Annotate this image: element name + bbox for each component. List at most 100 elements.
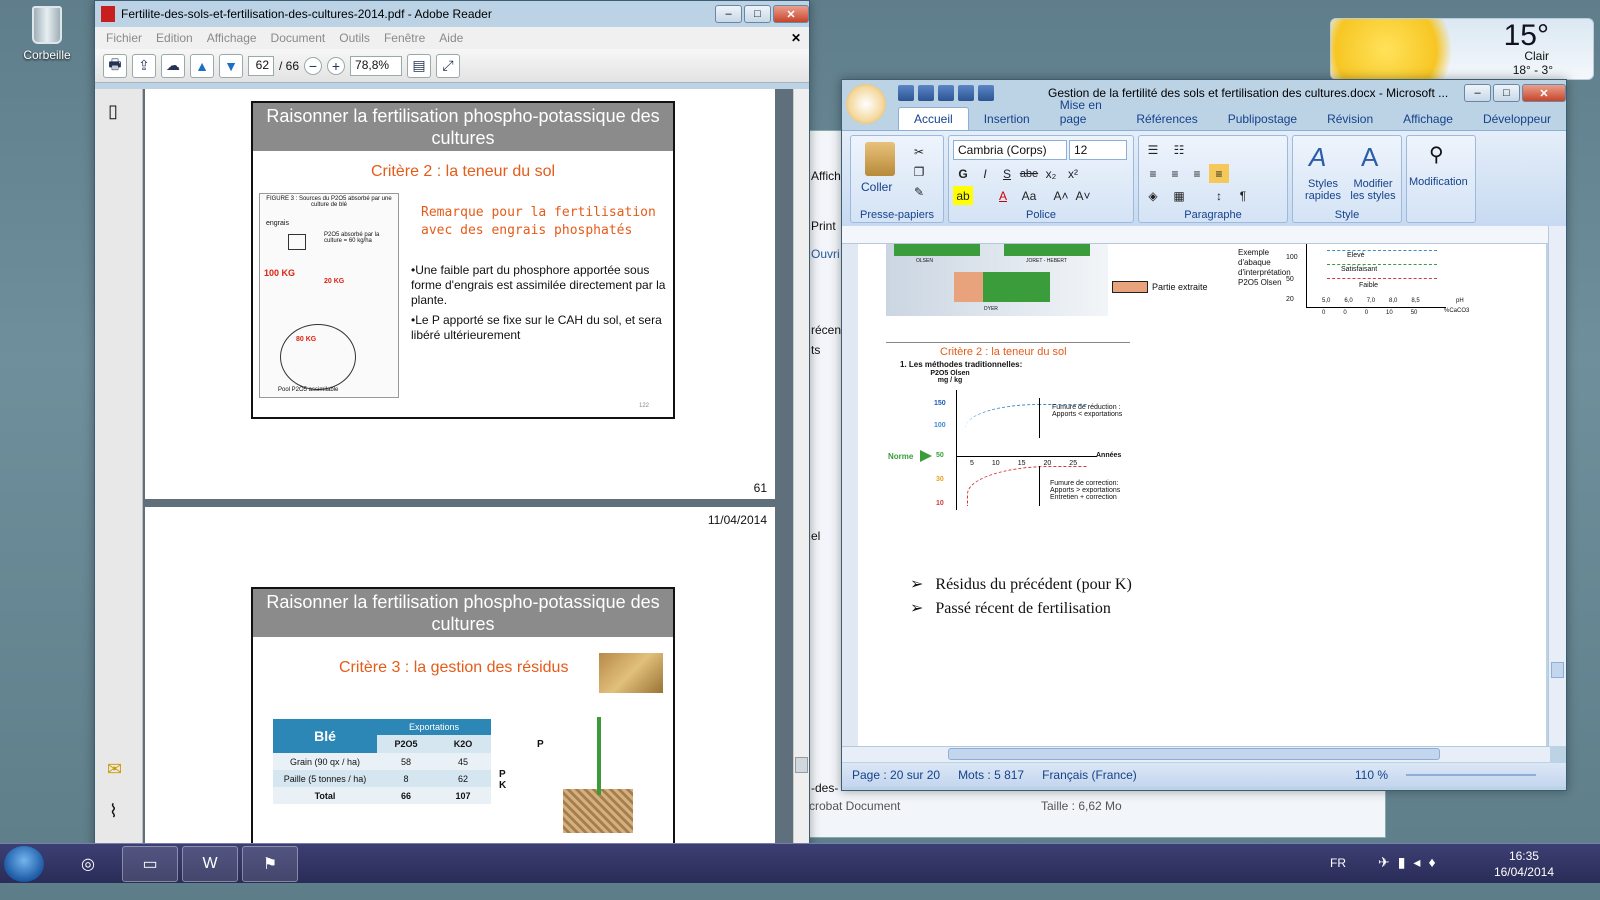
align-center-button[interactable]: ≡: [1165, 164, 1185, 183]
reader-scroll-thumb[interactable]: [795, 757, 808, 773]
menu-outils[interactable]: Outils: [339, 31, 370, 45]
share-icon[interactable]: ⇪: [132, 53, 156, 78]
status-language[interactable]: Français (France): [1042, 768, 1137, 782]
recycle-bin[interactable]: Corbeille: [14, 6, 80, 62]
weather-gadget[interactable]: 15° Clair 18° - 3°: [1330, 18, 1594, 80]
bold-button[interactable]: G: [953, 164, 973, 183]
maximize-button[interactable]: □: [744, 5, 771, 23]
page-number-input[interactable]: 62: [248, 55, 274, 76]
word-titlebar[interactable]: Gestion de la fertilité des sols et fert…: [842, 80, 1566, 124]
paste-button[interactable]: Coller: [861, 180, 892, 194]
tab-mise-en-page[interactable]: Mise en page: [1045, 94, 1122, 130]
tab-accueil[interactable]: Accueil: [898, 107, 969, 130]
font-name-select[interactable]: Cambria (Corps): [953, 140, 1067, 160]
format-painter-icon[interactable]: ✎: [909, 182, 929, 201]
subscript-button[interactable]: x₂: [1041, 164, 1061, 183]
prev-page-icon[interactable]: ▲: [190, 53, 214, 78]
word-window[interactable]: Gestion de la fertilité des sols et fert…: [841, 79, 1567, 791]
modifier-styles-button[interactable]: Modifier les styles: [1347, 178, 1399, 202]
close-button[interactable]: ✕: [773, 5, 809, 23]
modification-button[interactable]: Modification: [1409, 176, 1468, 188]
office-button[interactable]: [846, 84, 886, 124]
pages-icon[interactable]: ▯: [108, 101, 118, 122]
highlight-button[interactable]: ab: [953, 186, 973, 205]
close-doc-icon[interactable]: ✕: [791, 31, 801, 45]
word-scroll-thumb[interactable]: [1551, 662, 1564, 678]
status-words[interactable]: Mots : 5 817: [958, 768, 1024, 782]
zoom-in-icon[interactable]: +: [327, 56, 346, 75]
reader-titlebar[interactable]: Fertilite-des-sols-et-fertilisation-des-…: [95, 1, 809, 27]
align-right-button[interactable]: ≡: [1187, 164, 1207, 183]
status-zoom[interactable]: 110 %: [1355, 768, 1388, 782]
modifier-styles-icon[interactable]: A: [1361, 142, 1378, 173]
fit-page-icon[interactable]: ⤢: [436, 53, 461, 78]
tab-publipostage[interactable]: Publipostage: [1213, 108, 1312, 130]
shrink-font-button[interactable]: A˅: [1073, 186, 1093, 205]
superscript-button[interactable]: x²: [1063, 164, 1083, 183]
print-icon[interactable]: 🖶: [103, 53, 127, 78]
cut-icon[interactable]: ✂: [909, 142, 929, 161]
tab-insertion[interactable]: Insertion: [969, 108, 1045, 130]
grow-font-button[interactable]: A˄: [1051, 186, 1071, 205]
tab-affichage[interactable]: Affichage: [1388, 108, 1468, 130]
zoom-slider[interactable]: [1406, 774, 1536, 776]
redo-icon[interactable]: [938, 85, 954, 101]
tray-icons[interactable]: ✈▮◂♦: [1378, 854, 1444, 871]
explorer-icon[interactable]: ▭: [122, 846, 178, 882]
chrome-icon[interactable]: ◎: [60, 846, 116, 882]
styles-rapides-button[interactable]: Styles rapides: [1299, 178, 1347, 202]
show-marks-button[interactable]: ¶: [1233, 186, 1253, 205]
change-case-button[interactable]: Aa: [1019, 186, 1039, 205]
styles-rapides-icon[interactable]: A: [1309, 142, 1326, 173]
tab-developpeur[interactable]: Développeur: [1468, 108, 1566, 130]
pdf-document-area[interactable]: Raisonner la fertilisation phospho-potas…: [143, 89, 795, 859]
shading-button[interactable]: ◈: [1143, 186, 1163, 205]
menu-affichage[interactable]: Affichage: [207, 31, 257, 45]
scroll-mode-icon[interactable]: ▤: [407, 53, 432, 78]
font-color-button[interactable]: A: [993, 186, 1013, 205]
collaborate-icon[interactable]: ☁: [161, 53, 185, 78]
clock[interactable]: 16:35 16/04/2014: [1494, 848, 1554, 880]
menu-fenetre[interactable]: Fenêtre: [384, 31, 425, 45]
underline-button[interactable]: S: [997, 164, 1017, 183]
menu-aide[interactable]: Aide: [439, 31, 463, 45]
word-horizontal-scrollbar[interactable]: [842, 746, 1550, 762]
strikethrough-button[interactable]: abe: [1019, 164, 1039, 183]
zoom-out-icon[interactable]: −: [304, 56, 323, 75]
binoculars-icon[interactable]: ⚲: [1429, 142, 1444, 167]
word-close-button[interactable]: ✕: [1522, 84, 1566, 102]
word-document-page[interactable]: OLSEN JORET - HEBERT DYER Partie extrait…: [858, 244, 1546, 746]
menu-fichier[interactable]: Fichier: [106, 31, 142, 45]
spellcheck-icon[interactable]: [978, 85, 994, 101]
language-indicator[interactable]: FR: [1330, 856, 1346, 870]
tab-references[interactable]: Références: [1121, 108, 1212, 130]
reader-taskbar-icon[interactable]: ⚑: [242, 846, 298, 882]
bullets-button[interactable]: ☰: [1143, 140, 1163, 159]
borders-button[interactable]: ▦: [1169, 186, 1189, 205]
sort-button[interactable]: ↕: [1209, 186, 1229, 205]
italic-button[interactable]: I: [975, 164, 995, 183]
vertical-ruler[interactable]: [842, 244, 858, 746]
justify-button[interactable]: ≡: [1209, 164, 1229, 183]
menu-document[interactable]: Document: [271, 31, 326, 45]
comments-icon[interactable]: ✉: [107, 759, 122, 780]
status-page[interactable]: Page : 20 sur 20: [852, 768, 940, 782]
word-vertical-scrollbar[interactable]: [1548, 226, 1566, 746]
next-page-icon[interactable]: ▼: [219, 53, 243, 78]
attachments-icon[interactable]: ⌇: [109, 801, 118, 822]
start-button[interactable]: [4, 846, 44, 882]
tab-revision[interactable]: Révision: [1312, 108, 1388, 130]
align-left-button[interactable]: ≡: [1143, 164, 1163, 183]
menu-edition[interactable]: Edition: [156, 31, 193, 45]
word-taskbar-icon[interactable]: W: [182, 846, 238, 882]
minimize-button[interactable]: –: [715, 5, 742, 23]
zoom-select[interactable]: 78,8%: [350, 55, 403, 76]
numbering-button[interactable]: ☷: [1169, 140, 1189, 159]
save-icon[interactable]: [898, 85, 914, 101]
adobe-reader-window[interactable]: Fertilite-des-sols-et-fertilisation-des-…: [94, 0, 810, 860]
word-maximize-button[interactable]: □: [1493, 84, 1520, 102]
word-minimize-button[interactable]: –: [1464, 84, 1491, 102]
paste-icon[interactable]: [865, 142, 895, 176]
font-size-select[interactable]: 12: [1069, 140, 1127, 160]
word-hscroll-thumb[interactable]: [948, 748, 1440, 760]
